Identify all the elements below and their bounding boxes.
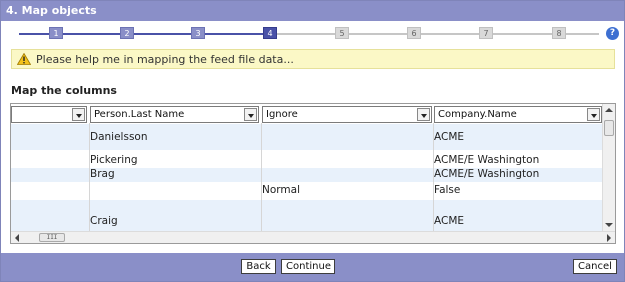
table-row: Normal False xyxy=(11,182,603,200)
back-button[interactable]: Back xyxy=(241,259,276,274)
scroll-right-icon[interactable] xyxy=(607,234,611,242)
column-header-label: Person.Last Name xyxy=(94,109,185,120)
table-cell: ACME/E Washington xyxy=(434,154,540,166)
step-progress: 1 2 3 4 5 6 7 8 xyxy=(19,25,599,41)
column-mapping-select-4[interactable]: Company.Name xyxy=(434,106,602,123)
chevron-down-icon[interactable] xyxy=(72,108,85,121)
scroll-up-icon[interactable] xyxy=(605,108,613,112)
column-divider xyxy=(261,123,262,232)
step-8: 8 xyxy=(552,27,566,39)
table-cell: False xyxy=(434,184,461,196)
table-cell: Craig xyxy=(90,215,118,227)
continue-button[interactable]: Continue xyxy=(281,259,335,274)
step-4[interactable]: 4 xyxy=(263,27,277,39)
column-header-label: Ignore xyxy=(266,109,298,120)
table-cell: ACME xyxy=(434,215,465,227)
column-divider xyxy=(89,123,90,232)
hint-text: Please help me in mapping the feed file … xyxy=(36,53,294,66)
table-row: Craig ACME xyxy=(11,200,603,231)
warning-icon xyxy=(17,53,31,65)
column-divider xyxy=(433,123,434,232)
table-row: Pickering ACME/E Washington xyxy=(11,150,603,168)
column-header-label: Company.Name xyxy=(438,109,517,120)
window-title: 4. Map objects xyxy=(1,1,624,21)
table-row: Danielsson ACME xyxy=(11,124,603,150)
hint-bar: Please help me in mapping the feed file … xyxy=(11,49,615,69)
scroll-thumb[interactable]: III xyxy=(39,233,65,242)
wizard-footer: Back Continue Cancel xyxy=(1,253,624,281)
table-row: Brag ACME/E Washington xyxy=(11,168,603,182)
chevron-down-icon[interactable] xyxy=(244,108,257,121)
table-cell: ACME/E Washington xyxy=(434,168,540,180)
chevron-down-icon[interactable] xyxy=(417,108,430,121)
step-2[interactable]: 2 xyxy=(120,27,134,39)
table-cell: Normal xyxy=(262,184,300,196)
step-7: 7 xyxy=(479,27,493,39)
section-heading: Map the columns xyxy=(11,84,117,97)
scroll-thumb[interactable] xyxy=(604,120,614,136)
help-icon[interactable]: ? xyxy=(606,27,619,40)
scroll-left-icon[interactable] xyxy=(15,234,19,242)
table-cell: Brag xyxy=(90,168,115,180)
step-6: 6 xyxy=(407,27,421,39)
column-mapping-select-1[interactable] xyxy=(11,106,87,123)
chevron-down-icon[interactable] xyxy=(587,108,600,121)
wizard-window: 4. Map objects 1 2 3 4 5 6 7 8 ? Please … xyxy=(0,0,625,282)
table-cell: ACME xyxy=(434,131,465,143)
column-mapping-select-3[interactable]: Ignore xyxy=(262,106,432,123)
mapping-grid: Person.Last Name Ignore Company.Name Dan… xyxy=(10,103,616,244)
step-3[interactable]: 3 xyxy=(191,27,205,39)
table-cell: Danielsson xyxy=(90,131,148,143)
vertical-scrollbar[interactable] xyxy=(602,104,615,231)
column-mapping-select-2[interactable]: Person.Last Name xyxy=(90,106,259,123)
progress-line-remaining xyxy=(269,33,599,35)
step-1[interactable]: 1 xyxy=(49,27,63,39)
table-cell: Pickering xyxy=(90,154,138,166)
scroll-down-icon[interactable] xyxy=(605,223,613,227)
step-5: 5 xyxy=(335,27,349,39)
horizontal-scrollbar[interactable]: III xyxy=(11,231,615,243)
cancel-button[interactable]: Cancel xyxy=(573,259,617,274)
